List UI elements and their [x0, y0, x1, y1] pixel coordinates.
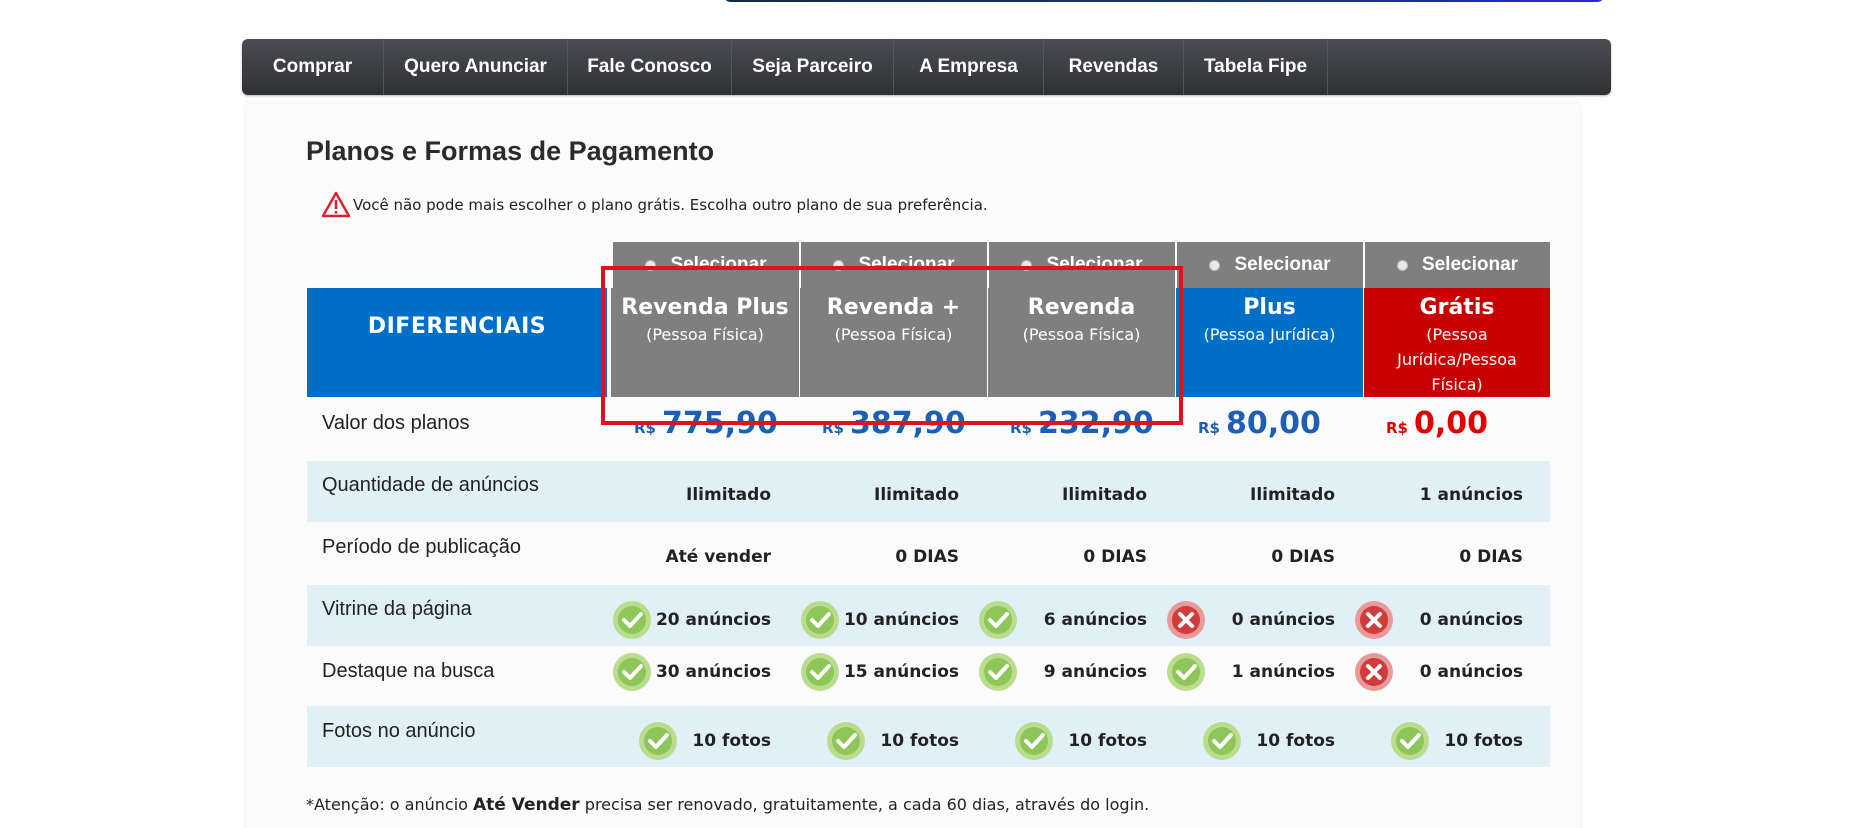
photos-cell: 10 fotos	[1337, 720, 1525, 762]
check-icon	[612, 653, 651, 691]
nav-item-fale-conosco[interactable]: Fale Conosco	[568, 39, 732, 95]
ads-value: Ilimitado	[1062, 485, 1147, 505]
showcase-cell: 6 anúncios	[961, 599, 1149, 641]
price-gratis: R$ 0,00	[1386, 406, 1489, 441]
row-label-price: Valor dos planos	[322, 412, 470, 434]
period-value: Até vender	[665, 547, 771, 567]
features-header: DIFERENCIAIS	[307, 288, 607, 397]
row-label-photos: Fotos no anúncio	[322, 720, 476, 742]
plan-header-plus: Plus (Pessoa Jurídica)	[1175, 288, 1363, 397]
x-icon	[1166, 601, 1205, 639]
period-value: 0 DIAS	[895, 547, 959, 567]
period-value: 0 DIAS	[1271, 547, 1335, 567]
check-icon	[800, 653, 839, 691]
highlight-cell: 1 anúncios	[1149, 651, 1337, 693]
check-icon	[827, 722, 866, 760]
x-icon	[1354, 601, 1393, 639]
ads-value: Ilimitado	[1250, 485, 1335, 505]
highlight-cell: 9 anúncios	[961, 651, 1149, 693]
showcase-cell: 0 anúncios	[1149, 599, 1337, 641]
nav-item-seja-parceiro[interactable]: Seja Parceiro	[732, 39, 894, 95]
photos-cell: 10 fotos	[585, 720, 773, 762]
showcase-cell: 20 anúncios	[585, 599, 773, 641]
period-value: 0 DIAS	[1083, 547, 1147, 567]
photos-cell: 10 fotos	[961, 720, 1149, 762]
annotation-highlight-box	[601, 266, 1183, 425]
photos-cell: 10 fotos	[1149, 720, 1337, 762]
nav-item-quero-anunciar[interactable]: Quero Anunciar	[384, 39, 568, 95]
showcase-cell: 0 anúncios	[1337, 599, 1525, 641]
radio-icon[interactable]	[1209, 259, 1221, 271]
select-plan-gratis[interactable]: Selecionar	[1365, 242, 1550, 288]
page-title: Planos e Formas de Pagamento	[306, 136, 715, 166]
footnote: *Atenção: o anúncio Até Vender precisa s…	[306, 795, 1150, 815]
check-icon	[1166, 653, 1205, 691]
check-icon	[612, 601, 651, 639]
ads-value: Ilimitado	[874, 485, 959, 505]
plan-header-gratis: Grátis (Pessoa Jurídica/Pessoa Física)	[1363, 288, 1550, 397]
nav-item-tabela-fipe[interactable]: Tabela Fipe	[1184, 39, 1328, 95]
nav-item-a-empresa[interactable]: A Empresa	[894, 39, 1044, 95]
showcase-cell: 10 anúncios	[773, 599, 961, 641]
main-nav: Comprar Quero Anunciar Fale Conosco Seja…	[242, 39, 1611, 95]
row-label-period: Período de publicação	[322, 536, 522, 558]
check-icon	[639, 722, 678, 760]
price-plus: R$ 80,00	[1198, 406, 1321, 441]
check-icon	[978, 601, 1017, 639]
warning-text: Você não pode mais escolher o plano grát…	[353, 195, 988, 214]
check-icon	[1203, 722, 1242, 760]
highlight-cell: 15 anúncios	[773, 651, 961, 693]
warning-icon	[321, 191, 351, 218]
highlight-cell: 0 anúncios	[1337, 651, 1525, 693]
photos-cell: 10 fotos	[773, 720, 961, 762]
row-label-ads: Quantidade de anúncios	[322, 474, 539, 496]
nav-item-revendas[interactable]: Revendas	[1044, 39, 1184, 95]
x-icon	[1354, 653, 1393, 691]
check-icon	[1015, 722, 1054, 760]
top-banner	[723, 0, 1605, 2]
check-icon	[978, 653, 1017, 691]
radio-icon[interactable]	[1396, 259, 1408, 271]
highlight-cell: 30 anúncios	[585, 651, 773, 693]
ads-value: Ilimitado	[686, 485, 771, 505]
check-icon	[800, 601, 839, 639]
row-label-highlight: Destaque na busca	[322, 660, 495, 682]
warning-message: Você não pode mais escolher o plano grát…	[321, 191, 988, 218]
row-label-showcase: Vitrine da página	[322, 598, 472, 620]
select-plan-plus[interactable]: Selecionar	[1177, 242, 1363, 288]
check-icon	[1391, 722, 1430, 760]
nav-item-comprar[interactable]: Comprar	[242, 39, 384, 95]
ads-value: 1 anúncios	[1419, 485, 1523, 505]
period-value: 0 DIAS	[1459, 547, 1523, 567]
